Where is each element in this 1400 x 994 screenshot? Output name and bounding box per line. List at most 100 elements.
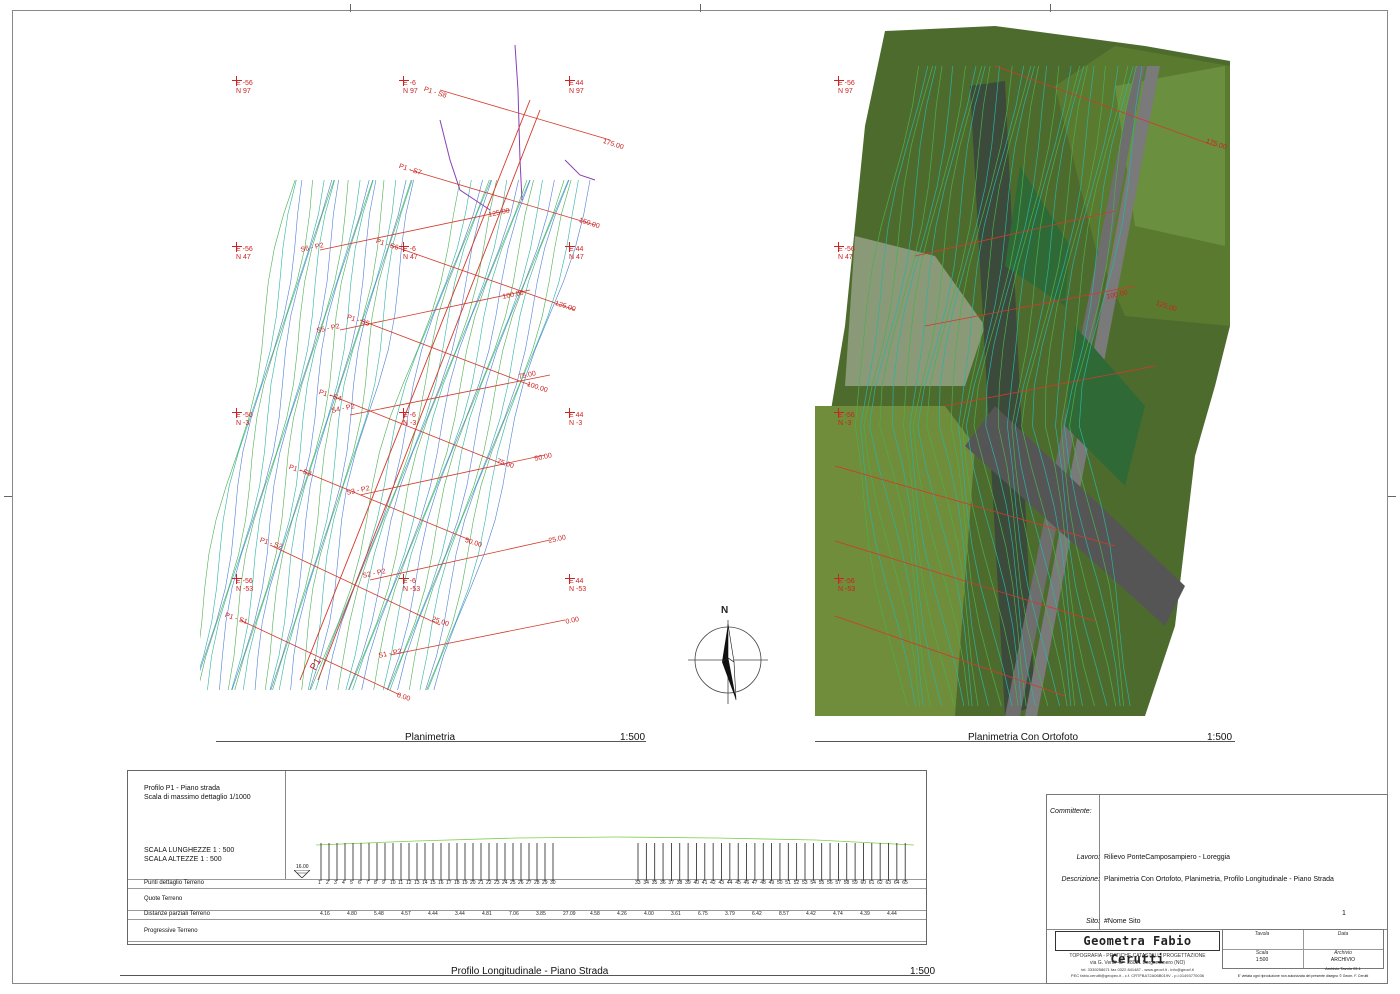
brand-pec: PEC fabio.cerutti@geopec.it - c.f. CRTFB… [1070,973,1205,978]
grid-coordinate: E -6 N 97 [399,76,418,96]
scale-lengths: SCALA LUNGHEZZE 1 : 500 [144,847,235,854]
point-id: 65 [902,880,908,886]
profile-subtitle: Scala di massimo dettaglio 1/1000 [144,794,251,801]
point-id: 63 [885,880,892,886]
grid-coordinate: E -56 N 47 [834,242,855,262]
point-id: 37 [668,880,674,886]
copyright: E' vietata ogni riproduzione non autoriz… [1237,974,1369,978]
point-id: 24 [502,880,508,886]
point-id: 8 [374,880,377,886]
contour-lines [200,179,591,691]
profile-graph [316,836,915,881]
frame-tick [1388,496,1396,497]
contour-line [345,179,492,691]
partial-distance: 3.85 [536,911,546,917]
partial-distance: 3.61 [671,911,681,917]
point-id: 47 [751,880,758,886]
profile-panel: Profilo P1 - Piano strada Scala di massi… [127,770,927,945]
point-id: 6 [358,880,361,886]
point-id: 38 [676,880,683,886]
cell-label: Archivio [1334,950,1352,956]
grid-coordinate: E -56 N 97 [232,76,253,96]
point-id: 30 [550,880,556,886]
lavoro-value: Rilievo PonteCamposampiero - Loreggia [1104,854,1231,861]
partial-distance: 5.48 [374,911,384,917]
contour-line [427,179,579,691]
cell-label: Tavola [1254,931,1270,937]
point-id: 53 [802,880,808,886]
grid-coordinate: E 44 N -53 [565,574,586,594]
point-id: 44 [726,880,733,886]
row-label-progressive: Progressive Terreno [144,928,198,934]
partial-distance: 3.44 [455,911,465,917]
cell-label: Scala [1255,950,1269,956]
contour-line [426,179,572,691]
point-id: 59 [852,880,858,886]
point-id: 40 [693,880,699,886]
contour-line [264,179,374,691]
profile-title: Profilo P1 - Piano strada [144,785,220,792]
point-id: 33 [635,880,641,886]
point-id: 48 [760,880,766,886]
point-id: 41 [701,880,708,886]
contour-line [315,179,472,691]
profile-caption: Profilo Longitudinale - Piano Strada [451,966,609,977]
scale-heights: SCALA ALTEZZE 1 : 500 [144,856,222,863]
partial-distance: 6.75 [698,911,708,917]
contour-line [307,179,413,691]
profile-legend: Profilo P1 - Piano strada Scala di massi… [128,771,286,879]
point-id: 18 [454,880,460,886]
orthophoto-image [815,26,1230,716]
contour-line [278,179,397,691]
point-id: 15 [430,880,436,886]
point-id: 36 [660,880,666,886]
point-id: 55 [818,880,825,886]
frame-tick [700,4,701,12]
point-ids-row: 1 2 3 4 5 6 7 8 9 10 11 12 13 14 15 16 17 18 19 20 21 22 23 24 2… [316,880,916,888]
point-id: 7 [366,880,369,886]
grid-coordinate: E -56 N -3 [232,408,253,428]
partial-distance: 4.58 [590,911,600,917]
partial-distance: 4.74 [833,911,843,917]
point-id: 50 [776,880,783,886]
point-id: 45 [735,880,741,886]
partial-distance: 3.79 [725,911,735,917]
point-id: 5 [350,880,353,886]
point-id: 21 [478,880,484,886]
grid-coordinate: E -6 N -53 [399,574,420,594]
point-id: 34 [643,880,649,886]
grid-coordinate: E -56 N 47 [232,242,253,262]
archive-file: Archivio Tavolo 03.1 [1325,966,1361,971]
partial-distance: 4.00 [644,911,654,917]
point-id: 13 [414,880,420,886]
point-id: 43 [718,880,725,886]
point-id: 57 [835,880,841,886]
partial-distance: 4.16 [320,911,330,917]
grid-coordinate: E -56 N -53 [834,574,855,594]
committente-label: Committente: [1050,808,1092,815]
point-id: 51 [785,880,791,886]
point-id: 29 [542,880,548,886]
point-id: 61 [868,880,875,886]
partial-distance: 4.44 [428,911,438,917]
contour-line [272,179,385,691]
partial-distance: 4.80 [347,911,357,917]
cell-value: ARCHIVIO [1330,957,1356,963]
point-id: 2 [326,880,329,886]
descrizione-value: Planimetria Con Ortofoto, Planimetria, P… [1104,876,1334,883]
point-id: 12 [406,880,412,886]
partial-distance: 27.09 [563,911,576,917]
point-id: 20 [470,880,476,886]
profile-scale: 1:500 [910,966,936,977]
datum-triangle-icon [294,870,310,878]
point-id: 17 [446,880,452,886]
row-divider [128,919,926,920]
partial-distance: 4.57 [401,911,411,917]
north-arrow-icon [688,620,768,704]
frame-tick [350,4,351,12]
partial-distance: 4.26 [617,911,627,917]
plan-scale: 1:500 [620,732,646,743]
partial-distance: 4.42 [806,911,816,917]
point-id: 49 [768,880,775,886]
contour-line [310,179,461,691]
